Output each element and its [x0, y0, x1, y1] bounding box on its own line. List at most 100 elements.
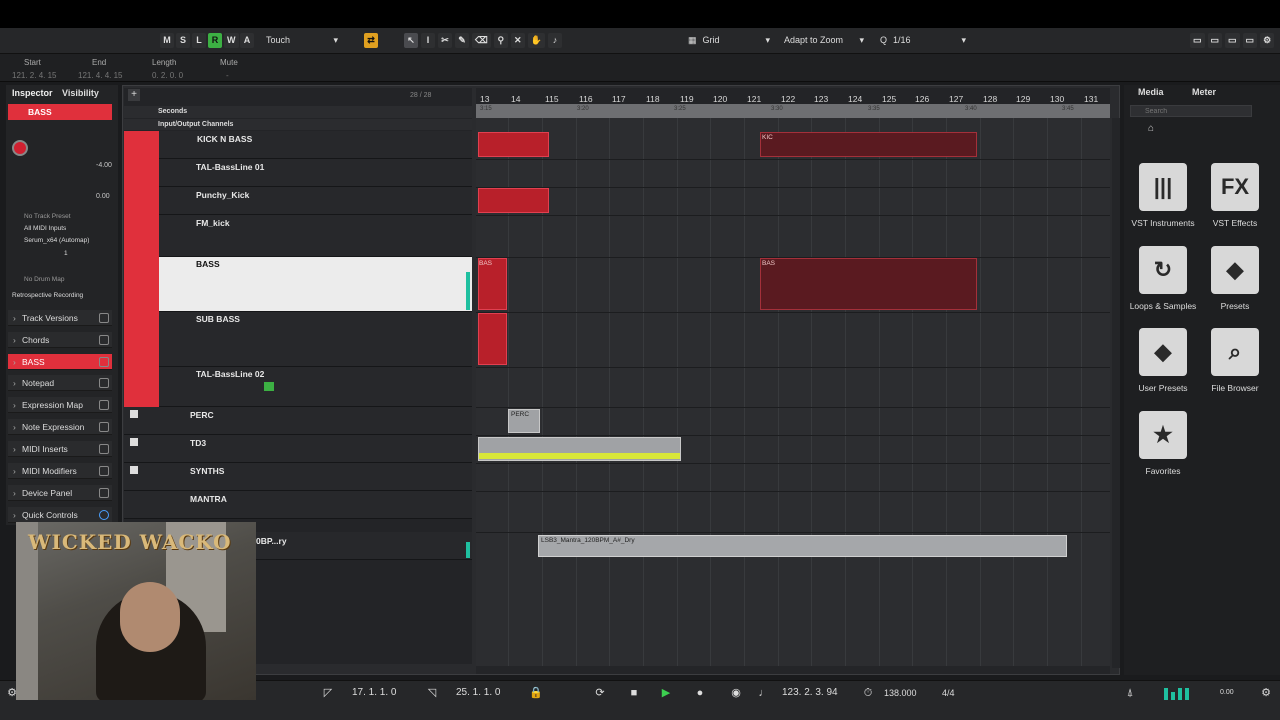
section-chords[interactable]: Chords: [8, 332, 112, 348]
folder-row[interactable]: [124, 407, 472, 435]
pan-value[interactable]: 0.00: [96, 193, 110, 200]
info-start-value[interactable]: 121. 2. 4. 15: [12, 71, 56, 80]
draw-icon[interactable]: ✎: [455, 33, 469, 48]
tab-visibility[interactable]: Visibility: [62, 88, 99, 98]
object-selection-icon[interactable]: ↖: [404, 33, 418, 48]
cycle-icon[interactable]: ⟳: [592, 685, 608, 701]
vst-instruments-icon[interactable]: |||: [1139, 163, 1187, 211]
volume-value[interactable]: -4.00: [96, 162, 112, 169]
settings-icon[interactable]: ⚙: [1258, 685, 1274, 701]
track-row[interactable]: [124, 215, 472, 257]
zoom-mode-dropdown[interactable]: Adapt to Zoom ▾: [780, 33, 868, 48]
automation-button[interactable]: A: [240, 33, 254, 48]
track-preset-field[interactable]: No Track Preset: [24, 213, 71, 220]
left-locator-value[interactable]: 17. 1. 1. 0: [352, 686, 422, 700]
track-row[interactable]: [124, 187, 472, 215]
favorites-icon[interactable]: ★: [1139, 411, 1187, 459]
midi-part-selected[interactable]: [760, 132, 977, 157]
user-presets-icon[interactable]: ◆: [1139, 328, 1187, 376]
folder-row[interactable]: [124, 435, 472, 463]
play-icon[interactable]: ▶: [658, 685, 674, 701]
note-icon[interactable]: ♩: [756, 685, 772, 701]
read-automation-icon[interactable]: [264, 382, 274, 391]
home-icon[interactable]: ⌂: [1148, 123, 1154, 134]
loops-samples-icon[interactable]: ↻: [1139, 246, 1187, 294]
midi-part[interactable]: [478, 313, 507, 365]
section-bass[interactable]: BASS: [8, 354, 112, 370]
section-notepad[interactable]: Notepad: [8, 375, 112, 391]
tab-inspector[interactable]: Inspector: [12, 88, 53, 98]
settings-icon[interactable]: ⚙: [1260, 33, 1275, 48]
lock-icon[interactable]: 🔒: [528, 685, 544, 701]
midi-part[interactable]: [760, 258, 977, 310]
track-name[interactable]: TAL-BassLine 02: [196, 369, 264, 379]
retrospective-recording[interactable]: Retrospective Recording: [12, 292, 83, 299]
track-row[interactable]: [124, 367, 472, 407]
folder-name[interactable]: TD3: [190, 438, 206, 448]
file-browser-icon[interactable]: ⌕: [1211, 328, 1259, 376]
automation-mode-dropdown[interactable]: Touch ▾: [262, 33, 342, 48]
event-display[interactable]: [476, 118, 1110, 668]
folder-name[interactable]: SYNTHS: [190, 466, 224, 476]
layout-left-icon[interactable]: ▭: [1190, 33, 1205, 48]
quantize-dropdown[interactable]: Q 1/16 ▾: [876, 33, 970, 48]
media-search-input[interactable]: [1130, 105, 1252, 117]
drum-map-field[interactable]: No Drum Map: [24, 276, 64, 283]
track-name[interactable]: MANTRA: [190, 494, 227, 504]
section-quick-controls[interactable]: Quick Controls: [8, 507, 112, 523]
track-name[interactable]: FM_kick: [196, 218, 230, 228]
info-end-value[interactable]: 121. 4. 4. 15: [78, 71, 122, 80]
section-midi-inserts[interactable]: MIDI Inserts: [8, 441, 112, 457]
mute-tool-icon[interactable]: ✕: [510, 33, 525, 48]
play-tool-icon[interactable]: ♪: [547, 33, 562, 48]
track-row[interactable]: [124, 131, 472, 159]
write-automation-button[interactable]: W: [224, 33, 239, 48]
erase-icon[interactable]: ⌫: [472, 33, 491, 48]
tempo-icon[interactable]: ⏱: [860, 685, 876, 701]
left-locator-icon[interactable]: ◸: [320, 685, 336, 701]
midi-channel-field[interactable]: 1: [64, 250, 68, 257]
snap-type-dropdown[interactable]: ▦ Grid ▾: [684, 33, 774, 48]
inspector-track-name[interactable]: BASS: [8, 104, 112, 120]
layout-full-icon[interactable]: ▭: [1242, 33, 1258, 48]
record-enable-icon[interactable]: [12, 140, 28, 156]
vst-effects-icon[interactable]: FX: [1211, 163, 1259, 211]
info-mute-value[interactable]: -: [226, 71, 229, 80]
punch-icon[interactable]: ◉: [728, 685, 744, 701]
read-automation-button[interactable]: R: [208, 33, 222, 48]
midi-output-field[interactable]: Serum_x64 (Automap): [24, 237, 89, 244]
listen-button[interactable]: L: [192, 33, 206, 48]
folder-name[interactable]: PERC: [190, 410, 214, 420]
tab-meter[interactable]: Meter: [1192, 87, 1216, 97]
track-name[interactable]: SUB BASS: [196, 314, 240, 324]
signature-value[interactable]: 4/4: [942, 686, 962, 700]
layout-right-icon[interactable]: ▭: [1225, 33, 1240, 48]
track-name[interactable]: KICK N BASS: [197, 134, 252, 144]
io-channels-label[interactable]: Input/Output Channels: [158, 121, 233, 128]
midi-part[interactable]: [478, 188, 549, 213]
track-row-selected[interactable]: [124, 257, 472, 312]
section-track-versions[interactable]: Track Versions: [8, 310, 112, 326]
horizontal-scrollbar[interactable]: [476, 666, 1110, 674]
info-length-value[interactable]: 0. 2. 0. 0: [152, 71, 183, 80]
vertical-scrollbar[interactable]: [1112, 118, 1120, 668]
track-row[interactable]: [124, 159, 472, 187]
tempo-value[interactable]: 138.000: [884, 686, 930, 700]
position-value[interactable]: 123. 2. 3. 94: [782, 686, 854, 700]
add-track-icon[interactable]: +: [128, 89, 140, 101]
section-device-panel[interactable]: Device Panel: [8, 485, 112, 501]
zoom-icon[interactable]: ⚲: [493, 33, 508, 48]
section-midi-modifiers[interactable]: MIDI Modifiers: [8, 463, 112, 479]
right-locator-icon[interactable]: ◹: [424, 685, 440, 701]
folder-row[interactable]: [124, 463, 472, 491]
track-row[interactable]: [124, 491, 472, 519]
presets-icon[interactable]: ◆: [1211, 246, 1259, 294]
track-row[interactable]: [124, 312, 472, 367]
midi-input-field[interactable]: All MIDI Inputs: [24, 225, 66, 232]
audio-track-name[interactable]: 0BP...ry: [256, 536, 287, 546]
layout-lower-icon[interactable]: ▭: [1207, 33, 1223, 48]
section-note-expression[interactable]: Note Expression: [8, 419, 112, 435]
split-icon[interactable]: ✂: [438, 33, 452, 48]
track-name[interactable]: Punchy_Kick: [196, 190, 249, 200]
range-selection-icon[interactable]: I: [421, 33, 435, 48]
